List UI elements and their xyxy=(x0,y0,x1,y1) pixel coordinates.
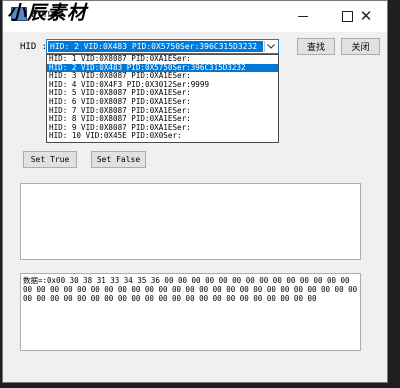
find-button[interactable]: 查找 xyxy=(297,38,335,55)
minimize-button[interactable] xyxy=(281,1,325,32)
dropdown-item[interactable]: HID: 7 VID:0X8087 PID:0XA1ESer: xyxy=(47,107,278,116)
hid-device-combobox[interactable]: HID: 2 VID:0X483 PID:0X5750Ser:396C315D3… xyxy=(46,39,279,54)
close-button[interactable]: 关闭 xyxy=(341,38,380,55)
dropdown-item[interactable]: HID: 6 VID:0X8087 PID:0XA1ESer: xyxy=(47,98,278,107)
main-window: Form1 小辰素材 ✕ HID : HID: 2 VID:0X483 PID:… xyxy=(2,0,388,383)
hid-device-dropdown-list: HID: 1 VID:0X8087 PID:0XA1ESer: HID: 2 V… xyxy=(46,54,279,143)
watermark: 小辰素材 xyxy=(7,2,88,24)
received-data-textbox[interactable]: 数据=:0x00 30 38 31 33 34 35 36 00 00 00 0… xyxy=(20,273,361,351)
set-true-button[interactable]: Set True xyxy=(23,151,77,168)
send-data-textbox[interactable] xyxy=(20,183,361,260)
title-bar: Form1 小辰素材 ✕ xyxy=(3,1,387,32)
dropdown-item[interactable]: HID: 8 VID:0X8087 PID:0XA1ESer: xyxy=(47,115,278,124)
background-strip xyxy=(0,383,400,388)
dropdown-item[interactable]: HID: 10 VID:0X45E PID:0X0Ser: xyxy=(47,132,278,141)
dropdown-item-selected[interactable]: HID: 2 VID:0X483 PID:0X5750Ser:396C315D3… xyxy=(47,63,278,73)
dropdown-item[interactable]: HID: 4 VID:0X4F3 PID:0X3012Ser:9999 xyxy=(47,81,278,90)
set-false-button[interactable]: Set False xyxy=(91,151,146,168)
combo-selected-value: HID: 2 VID:0X483 PID:0X5750Ser:396C315D3… xyxy=(48,41,263,52)
close-window-button[interactable]: ✕ xyxy=(344,1,387,32)
close-icon: ✕ xyxy=(359,7,373,25)
dropdown-item[interactable]: HID: 3 VID:0X8087 PID:0XA1ESer: xyxy=(47,72,278,81)
dropdown-item[interactable]: HID: 5 VID:0X8087 PID:0XA1ESer: xyxy=(47,89,278,98)
minimize-icon xyxy=(298,16,308,17)
chevron-down-icon[interactable] xyxy=(264,41,277,52)
hid-label: HID : xyxy=(20,42,48,52)
dropdown-item[interactable]: HID: 1 VID:0X8087 PID:0XA1ESer: xyxy=(47,55,278,64)
dropdown-item[interactable]: HID: 9 VID:0X8087 PID:0XA1ESer: xyxy=(47,124,278,133)
